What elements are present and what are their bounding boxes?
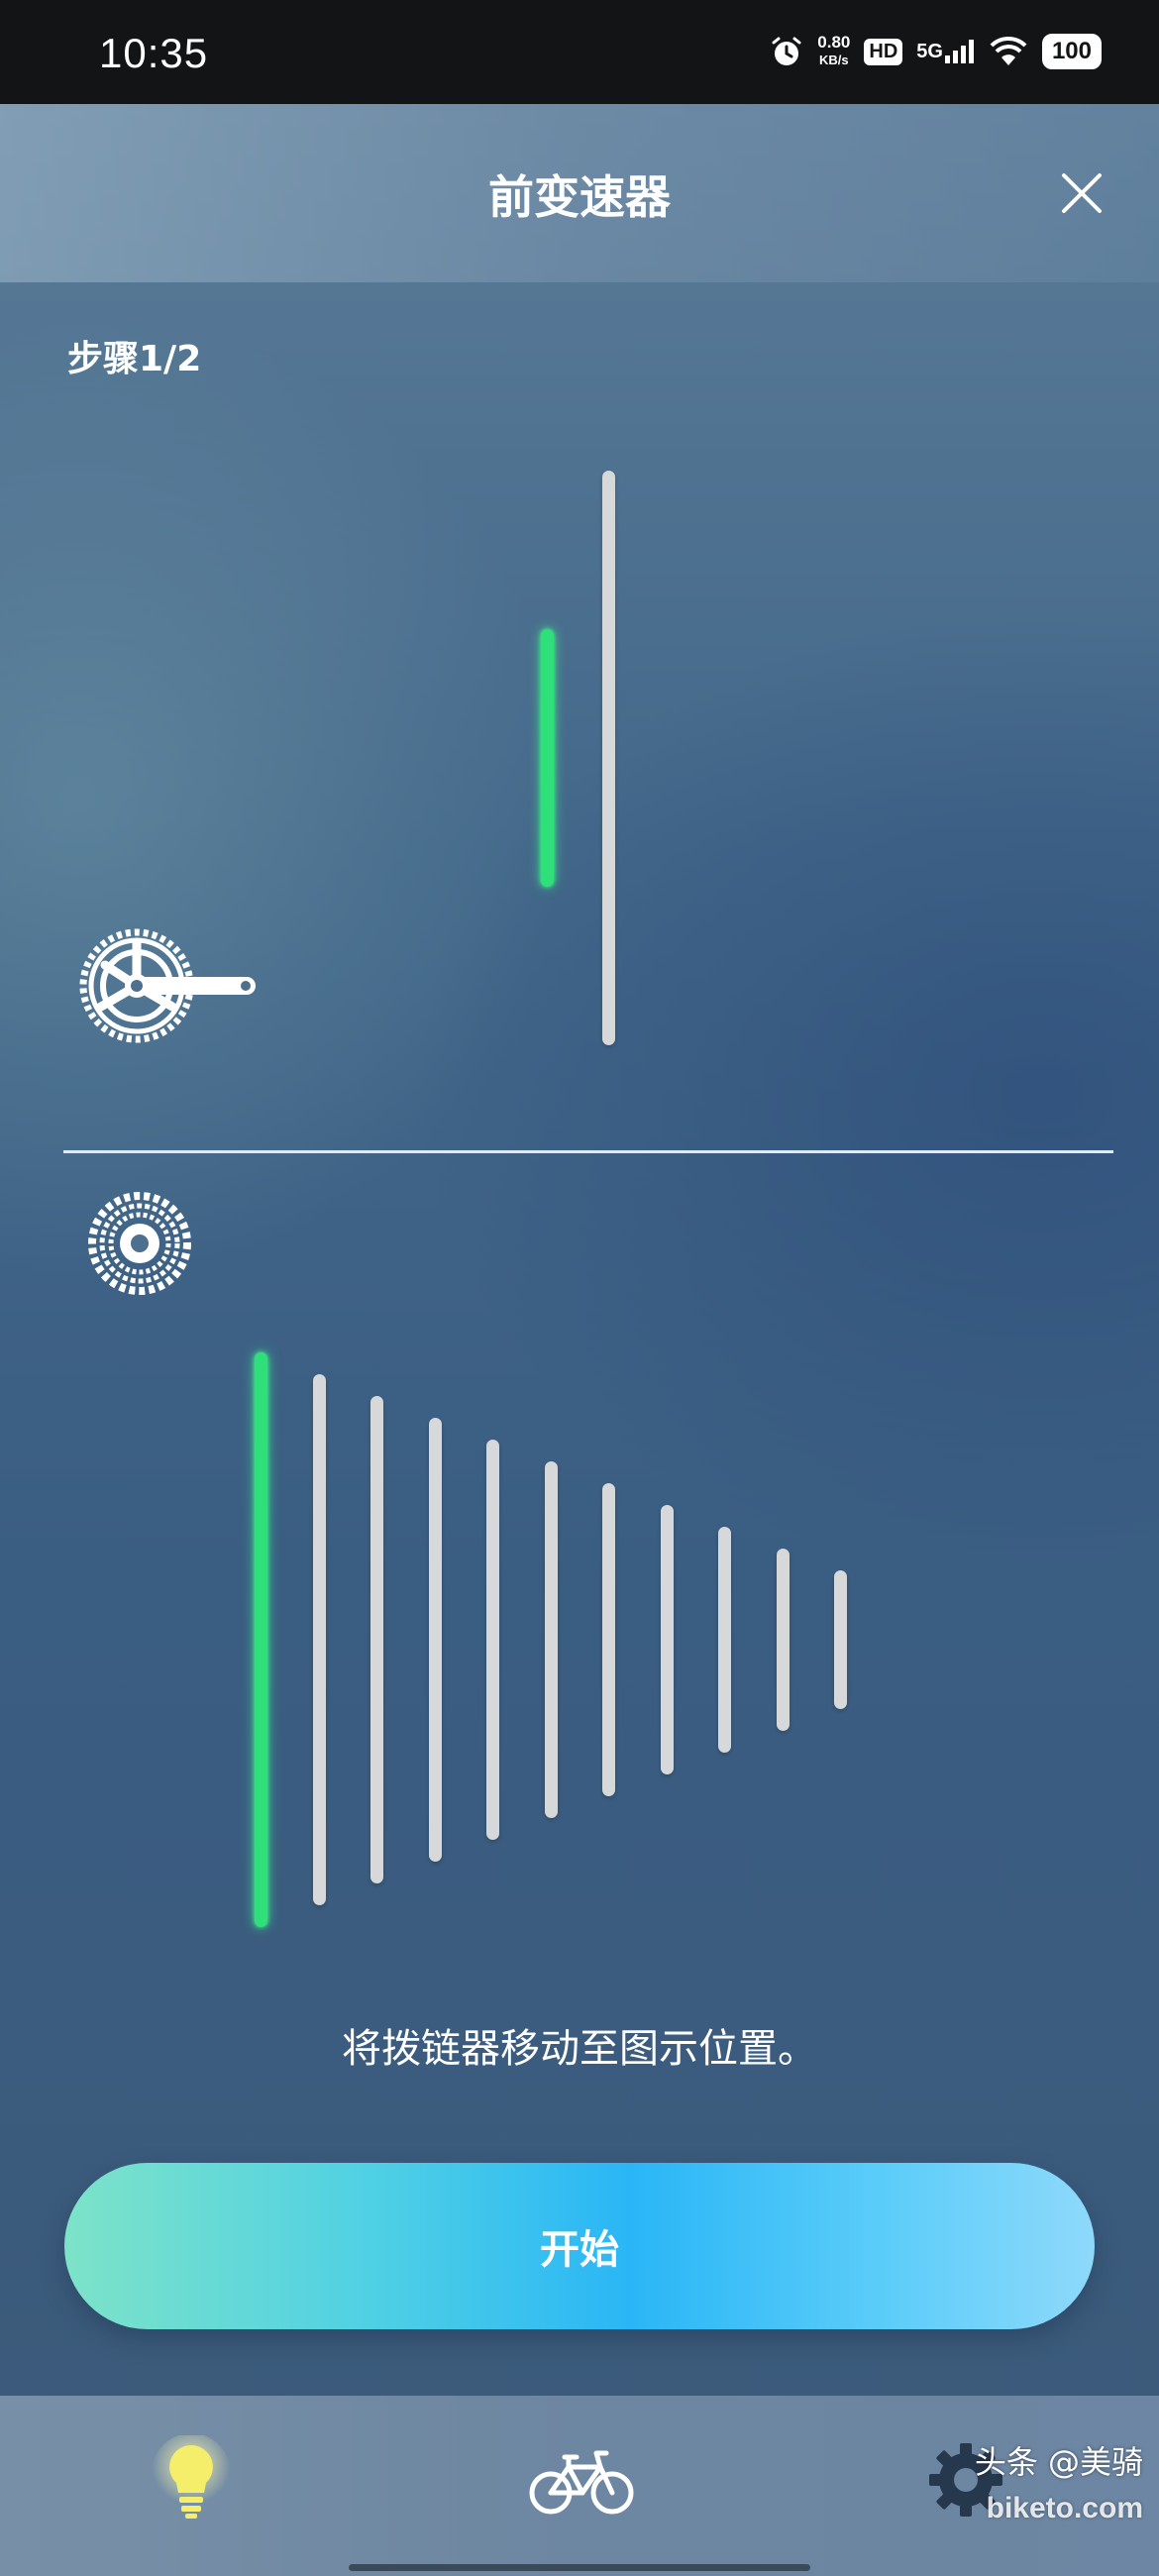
crankset-icon bbox=[79, 928, 256, 1043]
watermark-author: 头条 @美骑 bbox=[974, 2443, 1143, 2481]
cassette-bar-1 bbox=[255, 1352, 267, 1927]
status-time: 10:35 bbox=[99, 30, 209, 76]
lightbulb-icon[interactable] bbox=[147, 2435, 236, 2524]
page-title: 前变速器 bbox=[488, 170, 671, 224]
cassette-bar-8 bbox=[661, 1505, 674, 1774]
status-bar: 10:35 0.80 KB/s HD 5G 100 bbox=[0, 0, 1159, 104]
cassette-bar-11 bbox=[834, 1570, 847, 1709]
cassette-bar-7 bbox=[602, 1483, 615, 1796]
home-indicator[interactable] bbox=[349, 2564, 810, 2571]
instruction-text: 将拨链器移动至图示位置。 bbox=[342, 2026, 817, 2072]
status-icons: 0.80 KB/s HD 5G 100 bbox=[770, 34, 1102, 69]
battery-icon: 100 bbox=[1041, 34, 1102, 69]
cassette-bar-2 bbox=[313, 1374, 326, 1905]
step-label: 步骤1/2 bbox=[67, 339, 202, 379]
cassette-bar-5 bbox=[486, 1440, 499, 1840]
cassette-bar-6 bbox=[545, 1461, 558, 1818]
cassette-bar-4 bbox=[429, 1418, 442, 1862]
cassette-bar-10 bbox=[777, 1549, 790, 1731]
cassette-bar-9 bbox=[718, 1527, 731, 1753]
cell-signal: 5G bbox=[916, 40, 975, 63]
cassette-icon bbox=[88, 1192, 191, 1295]
network-speed: 0.80 KB/s bbox=[817, 34, 850, 69]
chainring-bar-2 bbox=[602, 471, 615, 1045]
header: 前变速器 bbox=[0, 104, 1159, 282]
hd-badge: HD bbox=[864, 38, 903, 65]
network-speed-value: 0.80 bbox=[817, 33, 851, 52]
section-divider bbox=[63, 1150, 1113, 1153]
app-screen: 前变速器 步骤1/2 将拨链器移动至图示位置。 开始 bbox=[0, 104, 1159, 2576]
bicycle-icon[interactable] bbox=[527, 2435, 636, 2524]
chainring-bar-1 bbox=[541, 629, 554, 887]
start-button-label: 开始 bbox=[540, 2227, 619, 2273]
start-button[interactable]: 开始 bbox=[64, 2163, 1095, 2329]
watermark-site: biketo.com bbox=[986, 2492, 1143, 2524]
network-speed-unit: KB/s bbox=[819, 53, 849, 67]
alarm-icon bbox=[772, 37, 801, 65]
cassette-bar-3 bbox=[370, 1396, 383, 1883]
network-type: 5G bbox=[916, 41, 943, 62]
signal-icon bbox=[944, 40, 974, 63]
bottom-nav bbox=[0, 2396, 1159, 2576]
close-icon[interactable] bbox=[1042, 154, 1121, 233]
wifi-icon bbox=[990, 36, 1027, 65]
